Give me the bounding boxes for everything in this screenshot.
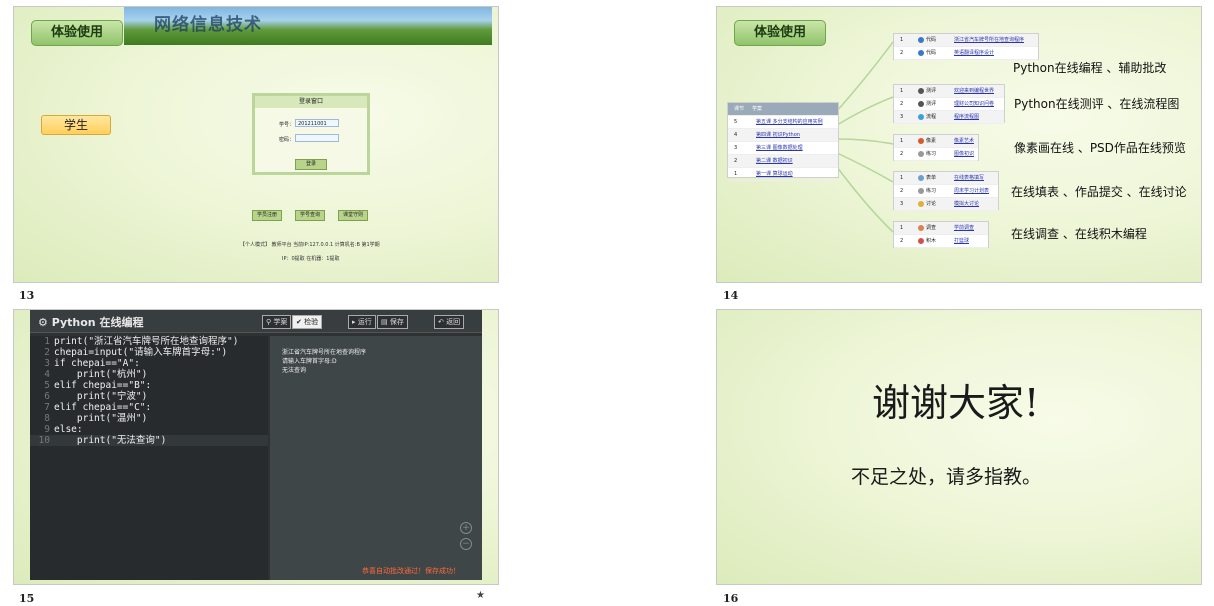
status-message: 恭喜自动批改通过！保存成功！ [362,567,460,575]
slide-15[interactable]: ⚙ Python 在线编程 ⚲ 学案 ✔ 检验 ▸ 运行 ▤ 保存 ↶ 返回 1… [13,309,499,585]
footer-ip: IP：0提取 在机器：1提取 [282,256,340,262]
activity-row[interactable]: 1 表单 在线表格填写 [894,172,998,185]
activity-row[interactable]: 1 代码 浙江省汽车牌号所在地查询程序 [894,34,1038,47]
lesson-row[interactable]: 3 第三课 图像数据处理 [728,142,838,155]
id-label: 学号： [279,122,295,128]
lesson-row[interactable]: 1 第一课 算球运动 [728,168,838,181]
activity-row[interactable]: 1 调查 学前调查 [894,222,988,235]
activity-row[interactable]: 1 像素 像素艺术 [894,135,978,148]
code-editor[interactable]: 1 print("浙江省汽车牌号所在地查询程序") 2 chepai=input("… [30,336,268,580]
flowchart-icon [918,113,924,120]
star-icon: ★ [476,590,485,601]
check-button[interactable]: ✔ 检验 [292,315,323,329]
lesson-row[interactable]: 2 第二课 数据初识 [728,155,838,168]
code-line: 1 print("浙江省汽车牌号所在地查询程序") [44,336,239,347]
test-icon [918,100,924,107]
python-icon [918,49,924,56]
banner-title: 网络信息技术 [154,15,262,35]
back-button[interactable]: ↶ 返回 [434,315,465,329]
activity-row[interactable]: 2 积木 打篮球 [894,235,988,248]
output-line: 无法查询 [282,367,307,374]
id-lookup-button[interactable]: 学号查询 [295,210,325,221]
footer-status: 【个人模式】 教师平台 当前IP:127.0.0.1 计算机名:B 第1学期 [240,242,380,248]
slide-number-13: 13 [19,289,35,302]
slide-13[interactable]: 网络信息技术 体验使用 学生 登录窗口 学号： 201211001 密码： 登录… [13,6,499,283]
form-icon [918,174,924,181]
register-button[interactable]: 学员注册 [252,210,282,221]
survey-icon [918,224,924,231]
experience-badge: 体验使用 [31,20,123,46]
output-panel: 浙江省汽车牌号所在地查询程序 请输入车牌首字母:D 无法查询 + − 恭喜自动批… [270,336,482,580]
practice-icon [918,187,924,194]
practice-icon [918,150,924,157]
code-line: 2 chepai=input("请输入车牌首字母:") [44,347,228,358]
activity-group-coding: 1 代码 浙江省汽车牌号所在地查询程序 2 代码 英语翻译程序设计 [893,33,1039,60]
code-line: 10 print("无法查询") [30,435,268,446]
slide-number-16: 16 [723,592,739,605]
code-line: 7 elif chepai=="C": [44,402,152,413]
lesson-row[interactable]: 5 第五课 多分支结构的应用实例 [728,116,838,129]
blocks-icon [918,237,924,244]
thanks-title: 谢谢大家! [872,381,1040,425]
activity-row[interactable]: 3 流程 程序流程图 [894,111,1004,124]
feature-label-survey: 在线调查 、在线积木编程 [1011,227,1147,241]
zoom-out-icon[interactable]: − [460,538,472,550]
code-line: 3 if chepai=="A": [44,358,140,369]
run-button[interactable]: ▸ 运行 [348,315,376,329]
save-button[interactable]: ▤ 保存 [377,315,408,329]
password-label: 密码： [279,137,295,143]
lesson-table-header: 课节 学案 [728,103,838,116]
login-window: 登录窗口 学号： 201211001 密码： 登录 [252,93,370,175]
python-ide: ⚙ Python 在线编程 ⚲ 学案 ✔ 检验 ▸ 运行 ▤ 保存 ↶ 返回 1… [30,310,482,580]
slide-number-14: 14 [723,289,739,302]
lesson-row[interactable]: 4 第四课 初识Python [728,129,838,142]
code-line: 4 print("杭州") [44,369,148,380]
thanks-subtitle: 不足之处，请多指教。 [851,466,1042,488]
pixel-icon [918,137,924,144]
output-line: 请输入车牌首字母:D [282,358,337,365]
lesson-table: 课节 学案 5 第五课 多分支结构的应用实例 4 第四课 初识Python 3 第三课… [727,102,839,181]
banner-image: 网络信息技术 [124,7,492,45]
code-line: 5 elif chepai=="B": [44,380,152,391]
slide-16[interactable]: 谢谢大家! 不足之处，请多指教。 [716,309,1202,585]
feature-label-coding: Python在线编程 、辅助批改 [1013,61,1167,75]
rules-button[interactable]: 课堂守则 [338,210,368,221]
feature-label-pixel: 像素画在线 、PSD作品在线预览 [1014,141,1186,155]
activity-group-survey: 1 调查 学前调查 2 积木 打篮球 [893,221,989,248]
password-field[interactable] [295,134,339,142]
feature-label-form: 在线填表 、作品提交 、在线讨论 [1011,185,1187,199]
test-icon [918,87,924,94]
id-field[interactable]: 201211001 [295,119,339,127]
role-student[interactable]: 学生 [41,115,111,135]
code-line: 9 else: [44,424,83,435]
zoom-in-icon[interactable]: + [460,522,472,534]
slide-number-15: 15 [19,592,35,605]
ide-title: ⚙ Python 在线编程 [38,316,144,329]
activity-row[interactable]: 2 测评 理财公司知识问卷 [894,98,1004,111]
slide-14[interactable]: 体验使用 课节 学案 5 第五课 多分支结构的应用实例 4 第四课 初识Python… [716,6,1202,283]
activity-group-form: 1 表单 在线表格填写 2 练习 周末学习计划表 3 讨论 模拟大讨论 [893,171,999,211]
output-line: 浙江省汽车牌号所在地查询程序 [282,349,367,356]
python-icon [918,36,924,43]
feature-label-test: Python在线测评 、在线流程图 [1014,97,1180,111]
code-line: 6 print("宁波") [44,391,148,402]
discussion-icon [918,200,924,207]
activity-row[interactable]: 3 讨论 模拟大讨论 [894,198,998,211]
login-title: 登录窗口 [255,96,367,108]
lesson-button[interactable]: ⚲ 学案 [262,315,292,329]
activity-row[interactable]: 1 测评 欢迎来到编程世界 [894,85,1004,98]
login-button[interactable]: 登录 [295,159,327,170]
ide-toolbar: ⚙ Python 在线编程 ⚲ 学案 ✔ 检验 ▸ 运行 ▤ 保存 ↶ 返回 [30,310,482,333]
activity-row[interactable]: 2 练习 图像初识 [894,148,978,161]
activity-group-pixel: 1 像素 像素艺术 2 练习 图像初识 [893,134,979,161]
activity-row[interactable]: 2 练习 周末学习计划表 [894,185,998,198]
code-line: 8 print("温州") [44,413,148,424]
activity-group-test: 1 测评 欢迎来到编程世界 2 测评 理财公司知识问卷 3 流程 程序流程图 [893,84,1005,124]
